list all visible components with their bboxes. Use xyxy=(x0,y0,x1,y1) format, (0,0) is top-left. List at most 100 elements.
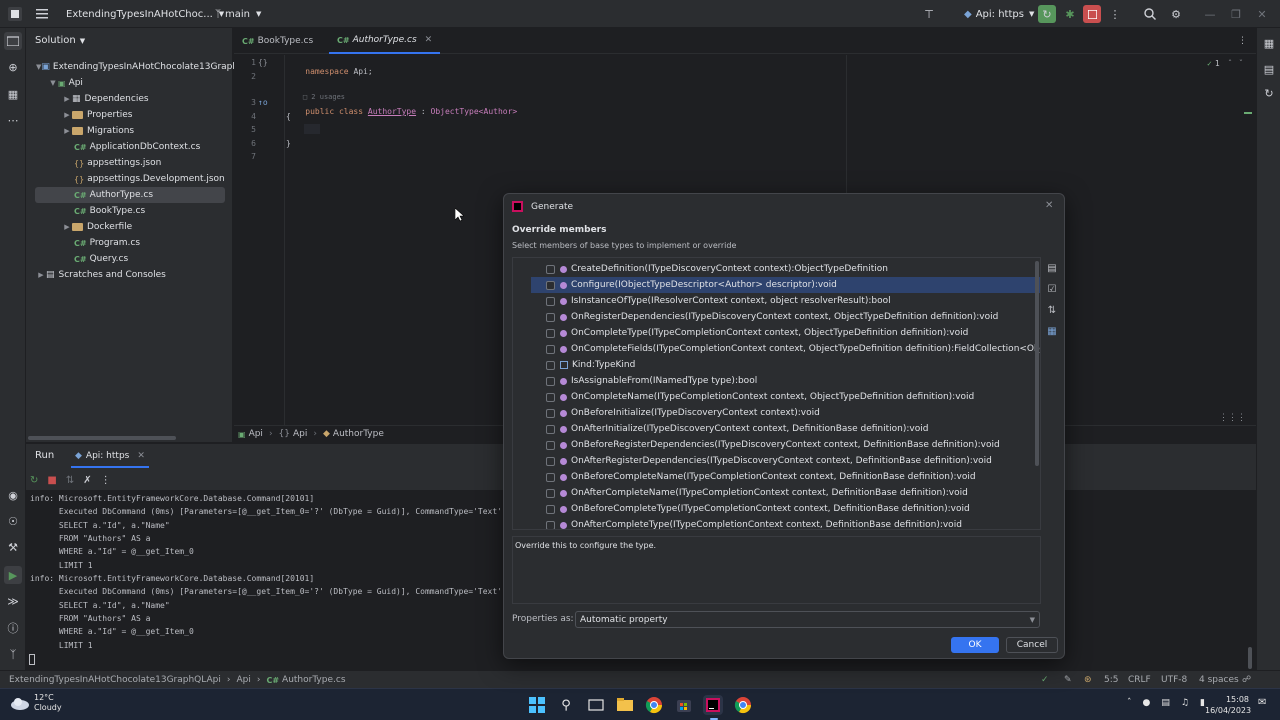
caret-position[interactable]: 5:5 xyxy=(1104,671,1118,689)
checkbox[interactable] xyxy=(546,408,555,418)
list-item[interactable]: IsInstanceOfType(IResolverContext contex… xyxy=(531,293,1040,309)
close-window-icon[interactable]: ✕ xyxy=(1253,5,1271,23)
main-menu-icon[interactable] xyxy=(33,5,51,23)
ai-assistant-icon[interactable]: ⋮⋮⋮ xyxy=(1219,413,1246,423)
tree-item-booktype[interactable]: C# BookType.cs xyxy=(26,203,233,219)
list-item[interactable]: OnBeforeCompleteType(ITypeCompletionCont… xyxy=(531,501,1040,517)
commit-icon[interactable]: ⊕ xyxy=(4,58,22,76)
checkbox[interactable] xyxy=(546,392,555,402)
chrome-profile-icon[interactable] xyxy=(733,695,753,715)
tab-booktype[interactable]: C# BookType.cs xyxy=(242,28,313,54)
filter-icon[interactable]: ⇅ xyxy=(66,475,74,486)
chevron-up-icon[interactable]: ˆ xyxy=(1228,59,1233,68)
folder-icon[interactable] xyxy=(4,32,22,50)
list-item[interactable]: OnCompleteName(ITypeCompletionContext co… xyxy=(531,389,1040,405)
list-item-selected[interactable]: Configure(IObjectTypeDescriptor<Author> … xyxy=(531,277,1040,293)
list-item[interactable]: Kind:TypeKind xyxy=(531,357,1040,373)
collapse-all-icon[interactable]: ▤ xyxy=(1044,258,1060,279)
checkbox[interactable] xyxy=(546,424,555,434)
checkbox[interactable] xyxy=(546,488,555,498)
tree-item-dockerfile[interactable]: ▶ Dockerfile xyxy=(26,219,233,235)
inspection-widget[interactable]: ✓ 1 ˆ ˇ xyxy=(1207,59,1243,68)
list-item[interactable]: OnRegisterDependencies(ITypeDiscoveryCon… xyxy=(531,309,1040,325)
list-item[interactable]: OnBeforeInitialize(ITypeDiscoveryContext… xyxy=(531,405,1040,421)
list-item[interactable]: IsAssignableFrom(INamedType type):bool xyxy=(531,373,1040,389)
tree-item-query[interactable]: C# Query.cs xyxy=(26,251,233,267)
list-scrollbar[interactable] xyxy=(1035,261,1039,466)
ok-button[interactable]: OK xyxy=(951,637,999,653)
chrome-icon[interactable] xyxy=(644,695,664,715)
tree-item-appsettings-development[interactable]: {} appsettings.Development.json xyxy=(26,171,233,187)
tab-authortype[interactable]: C# AuthorType.cs ✕ xyxy=(329,28,441,54)
list-item[interactable]: OnBeforeCompleteName(ITypeCompletionCont… xyxy=(531,469,1040,485)
checkbox[interactable] xyxy=(546,440,555,450)
checkbox[interactable] xyxy=(546,264,555,274)
list-item[interactable]: OnAfterCompleteName(ITypeCompletionConte… xyxy=(531,485,1040,501)
breadcrumb-item[interactable]: Api xyxy=(293,429,307,439)
close-icon[interactable]: ✕ xyxy=(1045,200,1053,211)
list-item[interactable]: OnAfterRegisterDependencies(ITypeDiscove… xyxy=(531,453,1040,469)
checkbox[interactable] xyxy=(546,520,555,529)
properties-as-select[interactable]: Automatic property ▼ xyxy=(575,611,1040,628)
console-scrollbar[interactable] xyxy=(1248,647,1252,669)
project-switcher[interactable]: ExtendingTypesInAHotChoc... ▼ xyxy=(66,0,224,28)
services-icon[interactable]: ◉ xyxy=(4,486,22,504)
members-list[interactable]: CreateDefinition(ITypeDiscoveryContext c… xyxy=(512,257,1041,530)
trash-icon[interactable]: ✗ xyxy=(83,475,91,486)
tree-item-solution[interactable]: ▼ ▣ ExtendingTypesInAHotChocolate13Graph… xyxy=(26,59,265,75)
run-config-selector[interactable]: ◆ Api: https ▼ xyxy=(964,0,1034,28)
checkbox[interactable] xyxy=(546,312,555,322)
tree-item-migrations[interactable]: ▶ Migrations xyxy=(26,123,233,139)
status-file[interactable]: AuthorType.cs xyxy=(282,675,345,685)
tree-item-authortype[interactable]: C# AuthorType.cs xyxy=(35,187,225,203)
tree-item-applicationdbcontext[interactable]: C# ApplicationDbContext.cs xyxy=(26,139,233,155)
file-encoding[interactable]: UTF-8 xyxy=(1161,671,1187,689)
branch-switcher[interactable]: ᛉ main ▼ xyxy=(215,0,261,28)
volume-icon[interactable]: ♫ xyxy=(1181,698,1189,708)
database-icon[interactable]: ▤ xyxy=(1260,60,1278,78)
rerun-icon[interactable]: ↻ xyxy=(1038,5,1056,23)
start-icon[interactable] xyxy=(527,695,547,715)
tab-run[interactable]: Run xyxy=(35,450,54,461)
minimize-icon[interactable]: — xyxy=(1201,5,1219,23)
problems-icon[interactable]: ⓘ xyxy=(4,619,22,637)
warnings-icon[interactable]: ⊛ xyxy=(1084,671,1092,689)
stop-icon[interactable]: ■ xyxy=(47,475,56,486)
close-tab-icon[interactable]: ✕ xyxy=(425,35,433,45)
microphone-icon[interactable]: ● xyxy=(1143,698,1151,708)
task-view-icon[interactable] xyxy=(586,695,606,715)
more-actions-icon[interactable]: ⋮ xyxy=(1106,5,1124,23)
list-item[interactable]: OnAfterInitialize(ITypeDiscoveryContext … xyxy=(531,421,1040,437)
search-icon[interactable]: ⚲ xyxy=(556,695,576,715)
checkbox[interactable] xyxy=(546,376,555,386)
weather-widget[interactable]: 12°C Cloudy xyxy=(10,693,62,713)
tab-options-icon[interactable]: ⋮ xyxy=(1238,28,1247,54)
network-icon[interactable]: ▤ xyxy=(1161,698,1170,708)
restore-icon[interactable]: ❐ xyxy=(1227,5,1245,23)
status-folder[interactable]: Api xyxy=(236,675,250,685)
tree-item-scratches[interactable]: ▶ ▤ Scratches and Consoles xyxy=(26,267,233,283)
debug-icon[interactable]: ✱ xyxy=(1061,5,1079,23)
git-icon[interactable]: ᛉ xyxy=(4,645,22,663)
checkbox[interactable] xyxy=(546,296,555,306)
checkbox[interactable] xyxy=(546,344,555,354)
breadcrumb-item[interactable]: Api xyxy=(249,429,263,439)
structure-icon[interactable]: ▦ xyxy=(4,85,22,103)
checkbox[interactable] xyxy=(546,328,555,338)
run-tool-icon[interactable]: ▶ xyxy=(4,566,22,584)
debug-tool-icon[interactable]: ☉ xyxy=(4,512,22,530)
list-item[interactable]: OnAfterCompleteType(ITypeCompletionConte… xyxy=(531,517,1040,529)
notification-bell-icon[interactable]: ✉ xyxy=(1258,697,1272,711)
history-icon[interactable]: ↻ xyxy=(1260,84,1278,102)
select-all-icon[interactable]: ☑ xyxy=(1044,279,1060,300)
tree-item-program[interactable]: C# Program.cs xyxy=(26,235,233,251)
ide-logo-icon[interactable] xyxy=(6,5,24,23)
tab-run-config[interactable]: ◆ Api: https ✕ xyxy=(71,446,149,468)
list-item[interactable]: OnCompleteFields(ITypeCompletionContext … xyxy=(531,341,1040,357)
list-item[interactable]: OnBeforeRegisterDependencies(ITypeDiscov… xyxy=(531,437,1040,453)
list-item[interactable]: CreateDefinition(ITypeDiscoveryContext c… xyxy=(531,261,1040,277)
readonly-icon[interactable]: ✎ xyxy=(1064,671,1072,689)
lock-icon[interactable]: ☍ xyxy=(1242,671,1251,689)
close-tab-icon[interactable]: ✕ xyxy=(137,451,145,461)
store-icon[interactable] xyxy=(674,695,694,715)
